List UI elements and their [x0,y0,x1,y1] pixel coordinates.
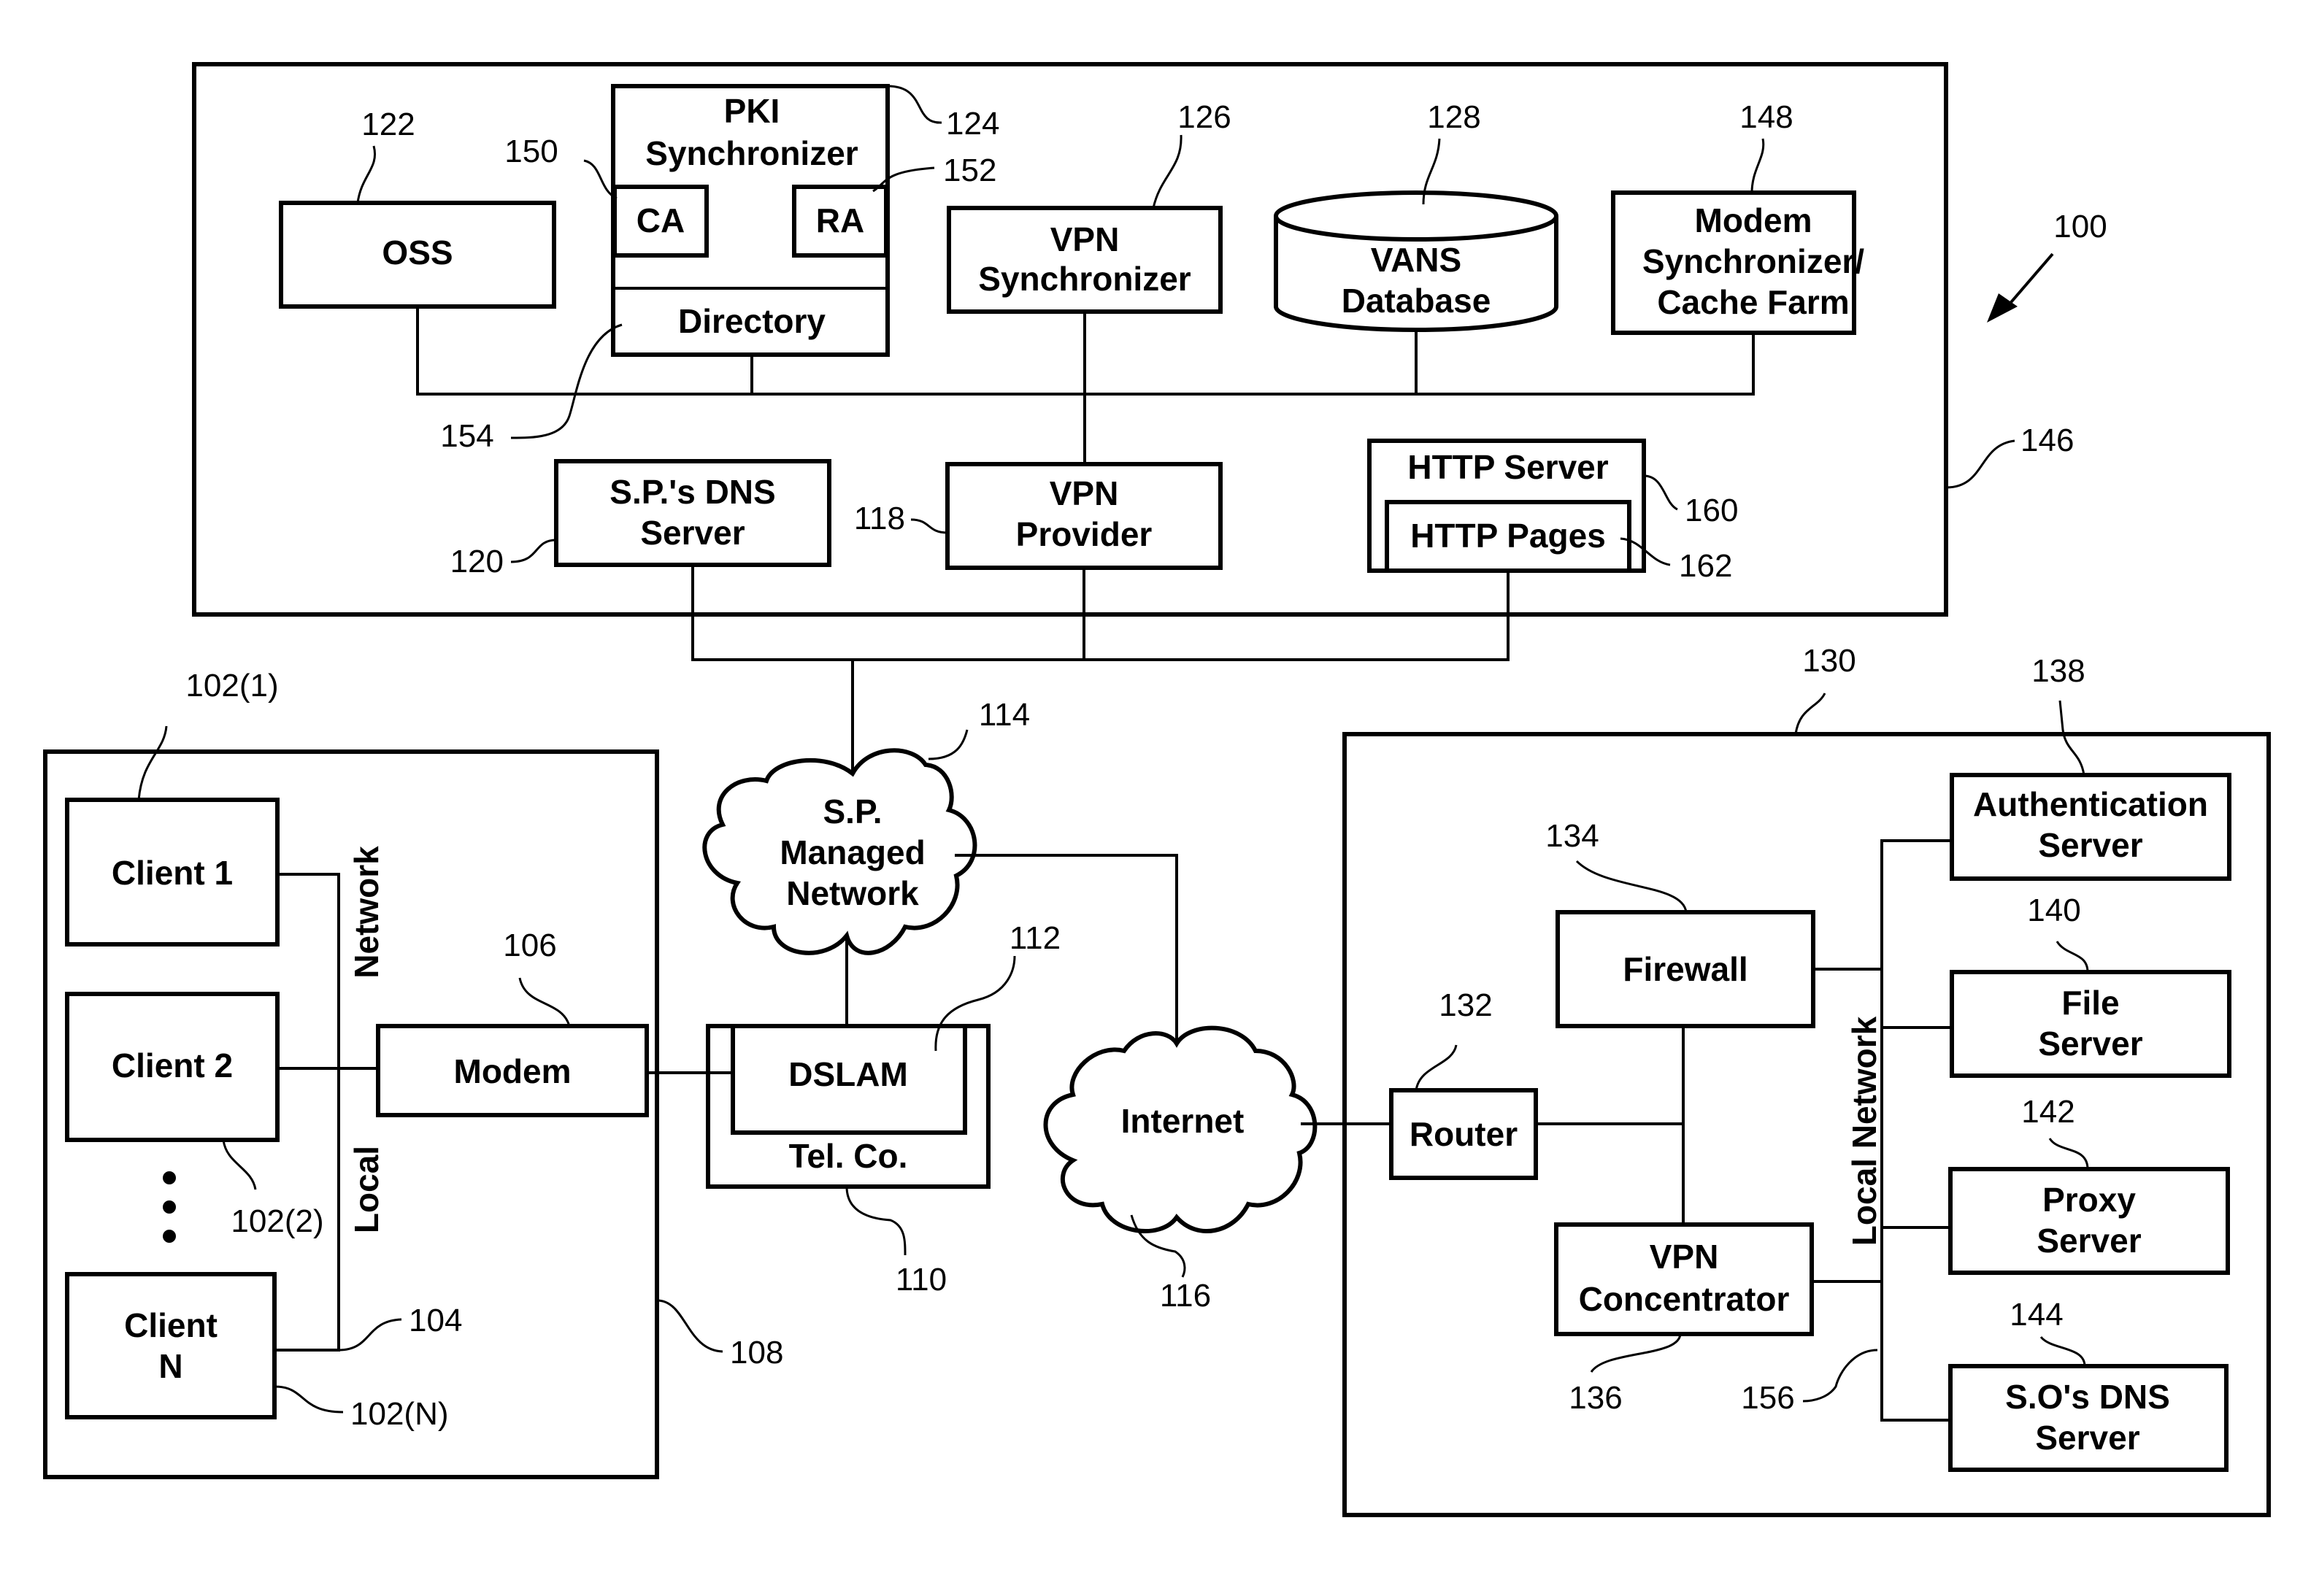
ref-140: 140 [2027,893,2080,928]
ref-104: 104 [409,1303,462,1338]
ref-114: 114 [979,697,1030,733]
ref-124: 124 [946,106,999,142]
client-2-label: Client 2 [112,1046,233,1084]
vpn-sync-line-2: Synchronizer [978,260,1191,298]
dslam-label: DSLAM [788,1055,908,1093]
vpn-provider-line-2: Provider [1016,515,1153,553]
sp-dns-line-1: S.P.'s DNS [610,473,775,511]
oss-label: OSS [382,234,453,271]
ref-122: 122 [361,107,415,142]
ref-138: 138 [2031,653,2085,689]
vpn-conc-line-1: VPN [1650,1238,1719,1276]
modem-label: Modem [454,1052,572,1090]
vpn-sync-line-1: VPN [1050,220,1120,258]
vans-line-1: VANS [1371,241,1461,279]
ref-144: 144 [2010,1297,2063,1333]
ref-110: 110 [896,1262,947,1298]
modem-sync-line-3: Cache Farm [1657,283,1849,321]
ref-142: 142 [2021,1094,2074,1130]
sp-network-line-2: Managed [780,833,925,871]
internet-label: Internet [1121,1102,1245,1140]
proxy-line-1: Proxy [2042,1181,2136,1219]
ref-134: 134 [1545,818,1599,854]
ref-152: 152 [943,153,996,188]
sp-network-line-3: Network [786,874,919,912]
ref-156: 156 [1741,1380,1794,1416]
client-1-label: Client 1 [112,854,233,892]
ref-106: 106 [503,928,556,963]
ref-128: 128 [1427,99,1480,135]
vpn-conc-line-2: Concentrator [1579,1280,1790,1318]
ref-112: 112 [1010,920,1061,956]
ref-148: 148 [1739,99,1793,135]
ref-102-n: 102(N) [350,1396,449,1432]
so-dns-line-2: Server [2035,1419,2139,1457]
ellipsis-dot [163,1200,176,1214]
ref-146: 146 [2020,423,2074,458]
ref-102-2: 102(2) [231,1203,323,1239]
ref-160: 160 [1685,493,1738,528]
pki-title-2: Synchronizer [645,134,858,172]
ref-108: 108 [730,1335,783,1371]
office-local-network-label: Local Network [1845,1016,1883,1246]
vpn-provider-line-1: VPN [1050,474,1119,512]
file-line-2: Server [2038,1025,2142,1063]
ref-120: 120 [450,544,504,579]
firewall-label: Firewall [1623,950,1747,988]
so-dns-line-1: S.O's DNS [2005,1378,2170,1416]
router-label: Router [1410,1115,1518,1153]
http-pages-label: HTTP Pages [1410,517,1606,555]
directory-label: Directory [678,302,826,340]
ellipsis-dot [163,1171,176,1184]
vans-line-2: Database [1342,282,1491,320]
ref-154: 154 [440,418,493,454]
ref-116: 116 [1160,1278,1211,1314]
pki-title-1: PKI [724,92,780,130]
ref-102-1: 102(1) [185,668,278,703]
ref-130: 130 [1802,643,1856,679]
sp-network-line-1: S.P. [823,793,883,830]
ref-132: 132 [1439,987,1492,1023]
sp-dns-line-2: Server [640,514,745,552]
auth-line-1: Authentication [1973,785,2208,823]
auth-line-2: Server [2038,826,2142,864]
client-n-line-1: Client [124,1306,218,1344]
client-network-word: Network [347,846,385,979]
client-n-line-2: N [158,1347,182,1385]
client-local-word: Local [347,1146,385,1233]
modem-sync-line-2: Synchronizer/ [1642,242,1864,280]
network-diagram: 146 100 OSS 122 PKI Synchronizer CA RA D… [43,62,2271,1517]
ra-label: RA [816,201,864,239]
proxy-line-2: Server [2037,1222,2141,1260]
ref-100: 100 [2053,209,2107,244]
http-server-label: HTTP Server [1407,448,1608,486]
ref-150: 150 [504,134,558,169]
client-n-box [65,1272,277,1419]
ref-162: 162 [1679,548,1732,584]
ref-126: 126 [1177,99,1231,135]
telco-label: Tel. Co. [789,1137,908,1175]
ref-118: 118 [854,501,905,536]
ellipsis-dot [163,1230,176,1243]
ca-label: CA [637,201,685,239]
file-line-1: File [2061,984,2119,1022]
modem-sync-line-1: Modem [1695,201,1812,239]
ref-136: 136 [1569,1380,1622,1416]
